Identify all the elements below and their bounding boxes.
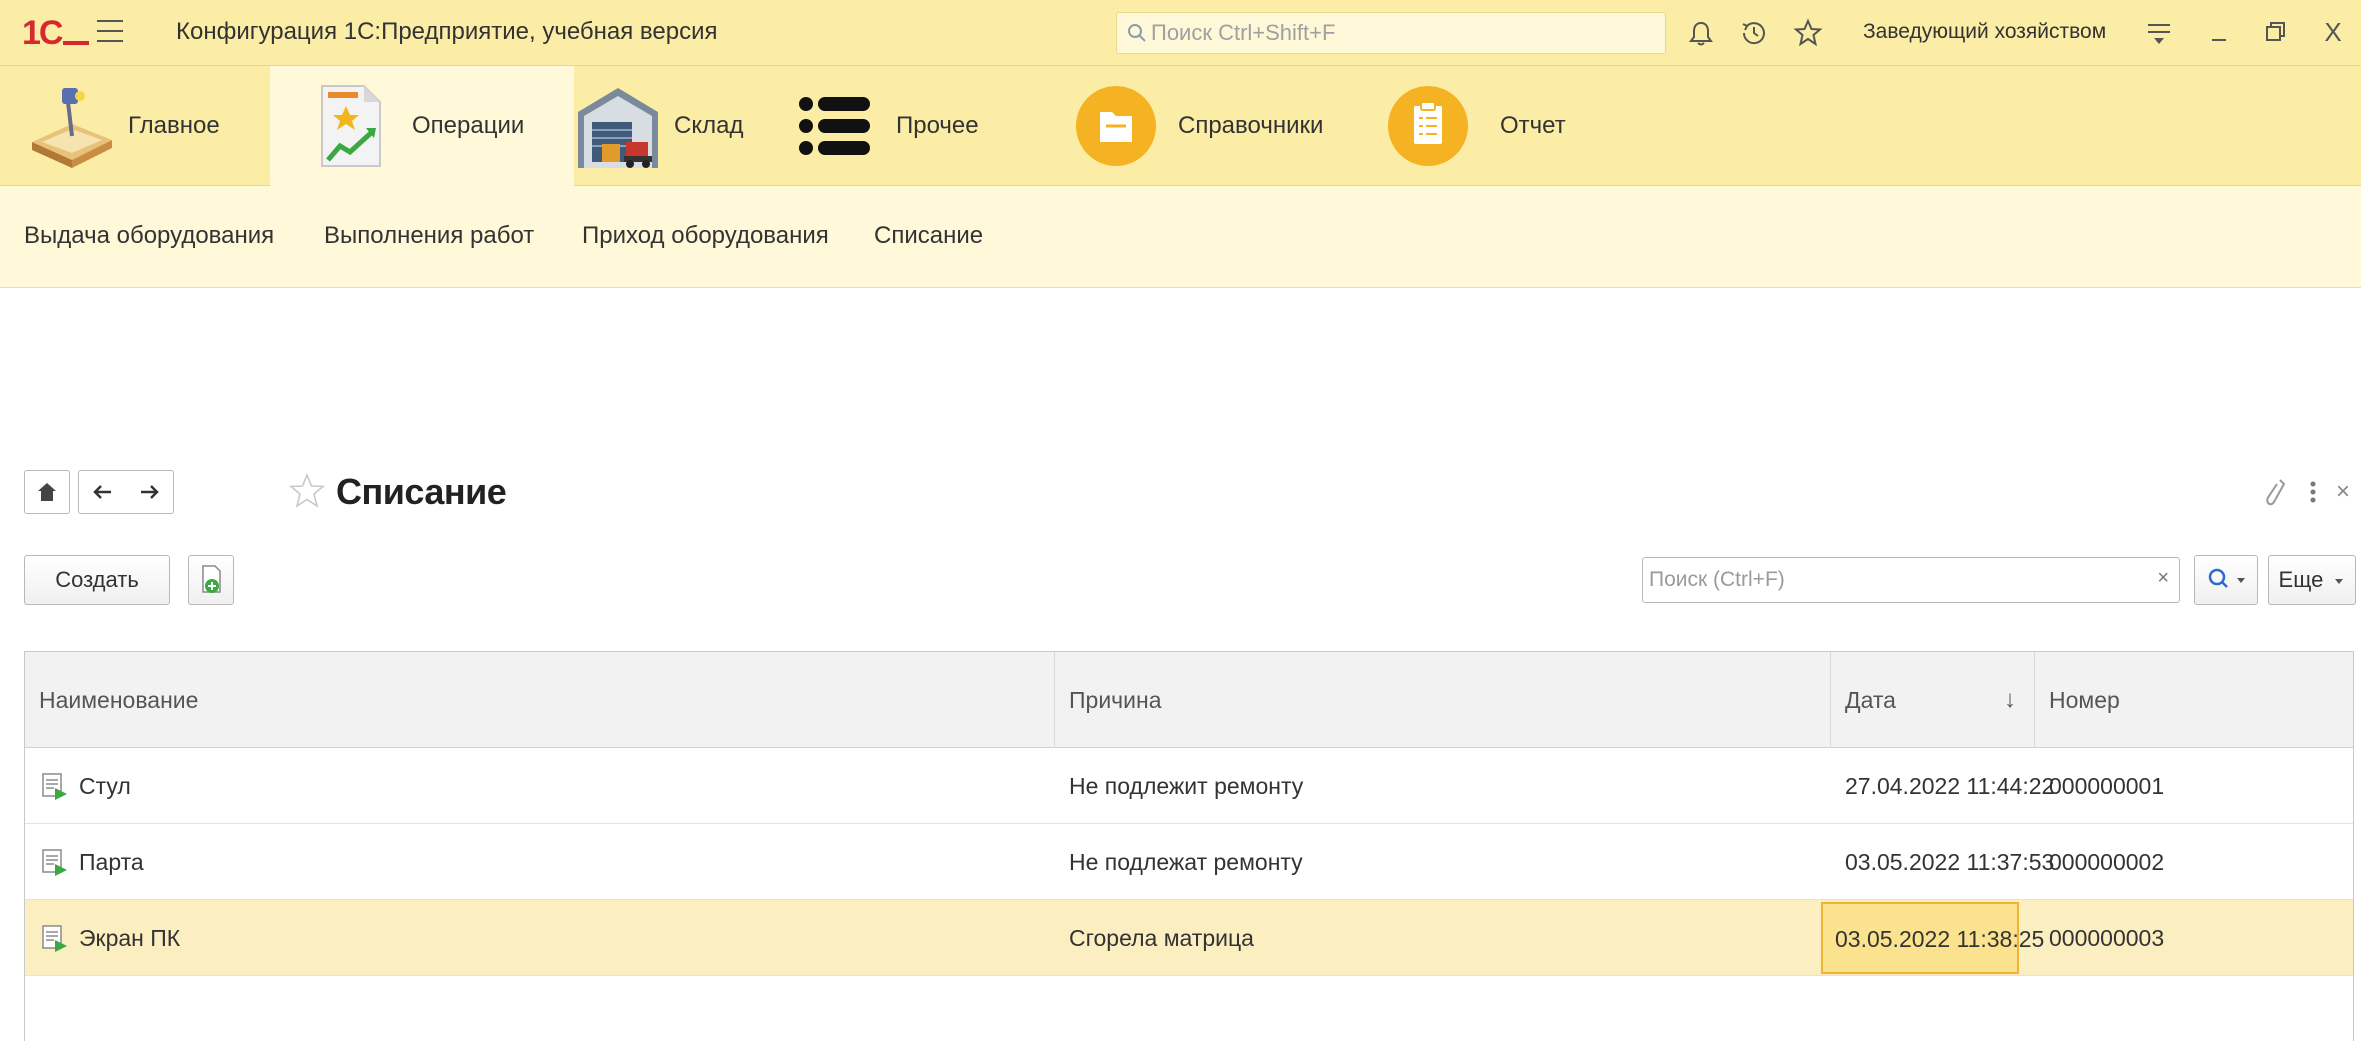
forward-arrow-icon[interactable] bbox=[127, 471, 173, 513]
global-search[interactable] bbox=[1116, 12, 1666, 54]
cell-name: Парта bbox=[79, 849, 144, 875]
menu-icon[interactable] bbox=[97, 20, 123, 44]
search-icon bbox=[1128, 24, 1146, 42]
section-report[interactable]: Отчет bbox=[1384, 66, 1634, 186]
table-row[interactable]: Стул Не подлежит ремонту 27.04.2022 11:4… bbox=[25, 748, 2353, 824]
command-equipment-receipt[interactable]: Приход оборудования bbox=[582, 222, 829, 250]
section-operations-label: Операции bbox=[412, 112, 525, 139]
document-chart-icon bbox=[321, 85, 381, 167]
more-actions-icon[interactable] bbox=[2306, 474, 2320, 519]
bell-icon[interactable] bbox=[1685, 17, 1717, 49]
home-button[interactable] bbox=[24, 470, 70, 514]
column-header-number[interactable]: Номер bbox=[2035, 652, 2353, 748]
commands-panel: Выдача оборудования Выполнения работ При… bbox=[0, 186, 2361, 288]
list-search: × bbox=[1642, 557, 2180, 603]
clear-search-icon[interactable]: × bbox=[2157, 567, 2169, 590]
cell-date: 27.04.2022 11:44:22 bbox=[1845, 773, 2055, 799]
cell-name: Стул bbox=[79, 773, 131, 799]
form-title: Списание bbox=[336, 471, 507, 512]
column-header-date[interactable]: Дата ↓ bbox=[1831, 652, 2035, 748]
app-title: Конфигурация 1С:Предприятие, учебная вер… bbox=[176, 18, 718, 45]
sections-panel: Главное Операции Склад Прочее Справочник… bbox=[0, 66, 2361, 186]
chevron-down-icon bbox=[2335, 579, 2344, 585]
search-options-button[interactable] bbox=[2194, 555, 2258, 605]
clipboard-circle-icon bbox=[1388, 86, 1468, 166]
restore-icon[interactable] bbox=[2258, 14, 2292, 50]
section-other-label: Прочее bbox=[896, 112, 979, 139]
cell-reason: Не подлежат ремонту bbox=[1069, 849, 1303, 875]
cell-date-focused[interactable]: 03.05.2022 11:38:25 bbox=[1821, 902, 2044, 974]
cell-number: 000000001 bbox=[2049, 773, 2165, 799]
favorite-star-icon[interactable] bbox=[286, 471, 328, 513]
home-icon bbox=[38, 483, 56, 501]
section-catalogs-label: Справочники bbox=[1178, 112, 1324, 139]
form-close-icon[interactable]: × bbox=[2336, 474, 2350, 510]
back-arrow-icon[interactable] bbox=[79, 471, 127, 513]
command-equipment-issue[interactable]: Выдача оборудования bbox=[24, 222, 274, 250]
history-icon[interactable] bbox=[1738, 17, 1770, 49]
more-button[interactable]: Еще bbox=[2268, 555, 2356, 605]
cell-reason: Не подлежит ремонту bbox=[1069, 773, 1304, 799]
desk-lamp-icon bbox=[32, 88, 112, 168]
documents-table: Наименование Причина Дата ↓ Номер Стул Н… bbox=[24, 651, 2354, 1041]
search-icon bbox=[2208, 568, 2245, 588]
user-name[interactable]: Заведующий хозяйством bbox=[1863, 20, 2106, 44]
section-catalogs[interactable]: Справочники bbox=[1054, 66, 1384, 186]
minimize-icon[interactable] bbox=[2202, 14, 2236, 50]
command-works-done[interactable]: Выполнения работ bbox=[324, 222, 534, 250]
table-row[interactable]: Парта Не подлежат ремонту 03.05.2022 11:… bbox=[25, 824, 2353, 900]
link-icon[interactable] bbox=[2262, 474, 2292, 519]
table-header: Наименование Причина Дата ↓ Номер bbox=[25, 652, 2353, 748]
table-row-selected[interactable]: Экран ПК Сгорела матрица 03.05.2022 11:3… bbox=[25, 900, 2353, 976]
column-header-date-label: Дата bbox=[1845, 687, 1896, 713]
cell-reason: Сгорела матрица bbox=[1069, 925, 1254, 951]
section-main-label: Главное bbox=[128, 112, 220, 139]
create-button[interactable]: Создать bbox=[24, 555, 170, 605]
section-main[interactable]: Главное bbox=[20, 66, 270, 186]
section-report-label: Отчет bbox=[1500, 112, 1566, 139]
star-icon[interactable] bbox=[1792, 17, 1824, 49]
copy-create-button[interactable] bbox=[188, 555, 234, 605]
warehouse-icon bbox=[578, 88, 658, 168]
cell-number: 000000003 bbox=[2049, 925, 2165, 951]
column-header-reason[interactable]: Причина bbox=[1055, 652, 1831, 748]
section-warehouse-label: Склад bbox=[674, 112, 744, 139]
cell-name: Экран ПК bbox=[79, 925, 181, 951]
folder-circle-icon bbox=[1076, 86, 1156, 166]
column-header-name[interactable]: Наименование bbox=[25, 652, 1055, 748]
command-write-off[interactable]: Списание bbox=[874, 222, 983, 250]
cell-date: 03.05.2022 11:37:53 bbox=[1845, 849, 2055, 875]
settings-icon[interactable] bbox=[2142, 14, 2176, 50]
sort-arrow-icon: ↓ bbox=[2004, 686, 2016, 713]
cell-number: 000000002 bbox=[2049, 849, 2165, 875]
list-icon bbox=[799, 97, 870, 155]
section-operations[interactable]: Операции bbox=[270, 66, 574, 186]
close-icon[interactable]: X bbox=[2316, 14, 2350, 50]
list-search-input[interactable] bbox=[1643, 558, 2143, 602]
add-document-icon bbox=[202, 565, 221, 593]
section-warehouse[interactable]: Склад bbox=[574, 66, 794, 186]
global-search-input[interactable] bbox=[1151, 13, 1651, 53]
more-button-label: Еще bbox=[2278, 567, 2324, 592]
title-bar: 1С Конфигурация 1С:Предприятие, учебная … bbox=[0, 0, 2361, 66]
navigation-buttons bbox=[78, 470, 174, 514]
app-logo: 1С bbox=[22, 14, 90, 52]
section-other[interactable]: Прочее bbox=[794, 66, 1054, 186]
